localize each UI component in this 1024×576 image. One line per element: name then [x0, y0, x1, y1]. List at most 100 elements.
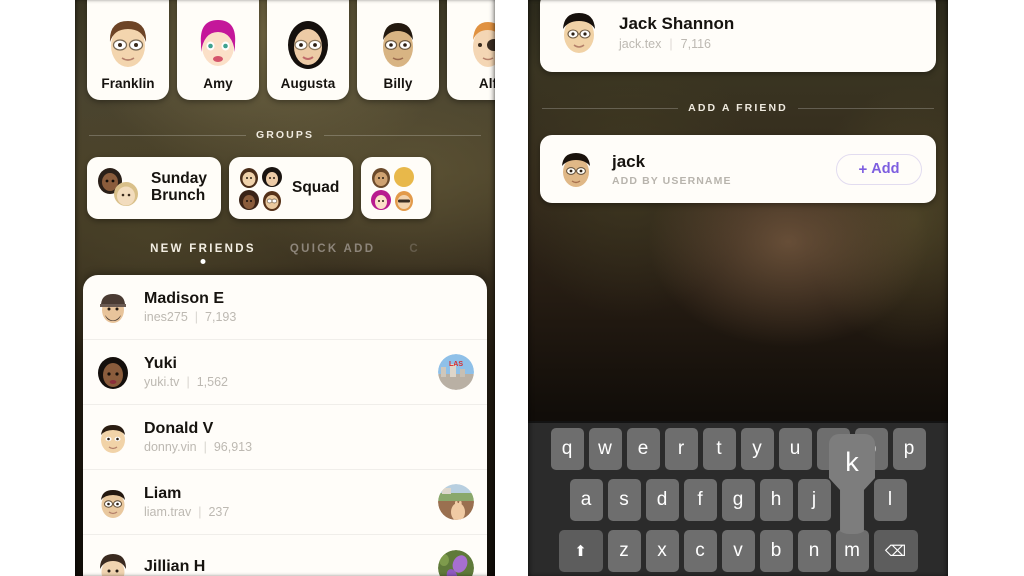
add-a-friend-divider: ADD A FRIEND: [542, 102, 935, 114]
list-item[interactable]: Yuki yuki.tv | 1,562 LAS: [83, 340, 487, 405]
friend-score: 96,913: [213, 440, 253, 455]
key-q[interactable]: q: [550, 428, 584, 470]
key-g[interactable]: g: [721, 479, 755, 521]
add-button-label: Add: [871, 161, 900, 177]
key-z[interactable]: z: [607, 530, 641, 572]
snap-thumbnail-vegas[interactable]: LAS: [438, 354, 474, 390]
meta-separator: |: [194, 310, 199, 325]
friend-tile[interactable]: Augusta: [267, 0, 349, 100]
key-o[interactable]: o: [854, 428, 888, 470]
shift-key[interactable]: ⬆: [558, 530, 603, 572]
key-u[interactable]: u: [778, 428, 812, 470]
key-f[interactable]: f: [683, 479, 717, 521]
snap-thumbnail-beach[interactable]: [438, 484, 474, 520]
search-result-card[interactable]: Jack Shannon jack.tex | 7,116: [540, 0, 936, 72]
friend-username: liam.trav: [144, 505, 192, 520]
key-n[interactable]: n: [797, 530, 831, 572]
keyboard-row-3[interactable]: ⬆ z x c v b n m ⌫: [528, 530, 948, 572]
add-by-username-card[interactable]: jack ADD BY USERNAME + Add: [540, 135, 936, 203]
search-result-text: Jack Shannon jack.tex | 7,116: [619, 14, 734, 51]
bitmoji-avatar-alf: [473, 22, 495, 67]
tab-new-friends[interactable]: NEW FRIENDS: [150, 243, 256, 265]
groups-section-divider: GROUPS: [89, 129, 482, 141]
key-r[interactable]: r: [664, 428, 698, 470]
key-t[interactable]: t: [702, 428, 736, 470]
bitmoji-avatar-franklin: [109, 21, 147, 67]
friend-username: donny.vin: [144, 440, 197, 455]
keyboard-top-edge: [528, 421, 948, 423]
friend-tile[interactable]: Amy: [177, 0, 259, 100]
add-card-text: jack ADD BY USERNAME: [612, 152, 836, 187]
key-c[interactable]: c: [683, 530, 717, 572]
result-score: 7,116: [680, 36, 711, 51]
group-tile[interactable]: [361, 157, 432, 219]
group-name: Sunday Brunch: [151, 170, 207, 204]
list-item[interactable]: Liam liam.trav | 237: [83, 470, 487, 535]
friend-name: Madison E: [144, 289, 225, 307]
keyboard-row-1[interactable]: q w e r t y u i o p: [528, 428, 948, 470]
key-d[interactable]: d: [645, 479, 679, 521]
key-v[interactable]: v: [721, 530, 755, 572]
backspace-key[interactable]: ⌫: [873, 530, 918, 572]
tab-contacts[interactable]: C: [409, 243, 420, 265]
group-name: Squad: [291, 178, 340, 196]
list-item-text: Donald V donny.vin | 96,913: [144, 420, 474, 455]
list-item-text: Liam liam.trav | 237: [144, 485, 438, 520]
friend-tile-name: Augusta: [280, 76, 336, 91]
friend-meta: donny.vin | 96,913: [144, 440, 474, 454]
friend-username: yuki.tv: [144, 375, 180, 390]
list-item[interactable]: Donald V donny.vin | 96,913: [83, 405, 487, 470]
friend-tile-name: Alf: [478, 76, 495, 91]
bitmoji-avatar-madison: [100, 294, 126, 323]
bitmoji-avatar-donald: [101, 425, 125, 453]
add-friend-button[interactable]: + Add: [836, 153, 922, 185]
keyboard-row-2[interactable]: a s d f g h j k l: [528, 479, 948, 521]
key-h[interactable]: h: [759, 479, 793, 521]
key-e[interactable]: e: [626, 428, 660, 470]
friend-tile[interactable]: Alf: [447, 0, 495, 100]
key-j[interactable]: j: [797, 479, 831, 521]
meta-separator: |: [203, 440, 207, 455]
bitmoji-avatar-amy: [200, 20, 236, 66]
group-avatar-grid: [370, 166, 415, 211]
add-a-friend-label: ADD A FRIEND: [688, 102, 788, 114]
groups-label: GROUPS: [255, 129, 315, 141]
snap-thumbnail-flower[interactable]: [438, 549, 474, 576]
key-a[interactable]: a: [569, 479, 603, 521]
key-b[interactable]: b: [759, 530, 793, 572]
friend-tile[interactable]: Billy: [357, 0, 439, 100]
meta-separator: |: [198, 505, 202, 520]
list-item[interactable]: Madison E ines275 | 7,193: [83, 275, 487, 340]
group-tile[interactable]: Squad: [228, 157, 354, 219]
key-l[interactable]: l: [873, 479, 907, 521]
group-tile[interactable]: Sunday Brunch: [87, 157, 221, 219]
meta-separator: |: [669, 36, 673, 51]
friend-tile[interactable]: Franklin: [87, 0, 169, 100]
groups-row[interactable]: Sunday Brunch Squad: [87, 157, 432, 219]
key-i[interactable]: i: [816, 428, 850, 470]
bitmoji-avatar-billy: [383, 23, 413, 67]
result-username: jack.tex: [619, 36, 662, 51]
onscreen-keyboard[interactable]: q w e r t y u i o p a s d f g h j k l: [528, 421, 948, 576]
friend-tile-name: Amy: [203, 76, 233, 91]
active-tab-indicator: [200, 259, 206, 264]
friend-tile-name: Franklin: [101, 76, 155, 91]
list-item[interactable]: Jillian H: [83, 535, 487, 576]
key-s[interactable]: s: [607, 479, 641, 521]
friend-tile-name: Billy: [383, 76, 413, 91]
key-p[interactable]: p: [892, 428, 926, 470]
friends-tabstrip[interactable]: NEW FRIENDS QUICK ADD C: [75, 243, 495, 265]
new-friends-list[interactable]: Madison E ines275 | 7,193 Yuki yuki.tv |…: [83, 275, 487, 576]
list-item-text: Jillian H: [144, 558, 438, 576]
friend-meta: liam.trav | 237: [144, 505, 438, 519]
friend-meta: yuki.tv | 1,562: [144, 375, 438, 389]
tab-quick-add[interactable]: QUICK ADD: [290, 243, 375, 265]
list-item-text: Yuki yuki.tv | 1,562: [144, 355, 438, 390]
bitmoji-avatar-augusta: [288, 21, 328, 69]
friend-tiles-row[interactable]: Franklin Amy Augusta Billy Alf: [87, 0, 495, 100]
key-y[interactable]: y: [740, 428, 774, 470]
key-m[interactable]: m: [835, 530, 869, 572]
list-item-text: Madison E ines275 | 7,193: [144, 290, 474, 325]
key-w[interactable]: w: [588, 428, 622, 470]
key-x[interactable]: x: [645, 530, 679, 572]
